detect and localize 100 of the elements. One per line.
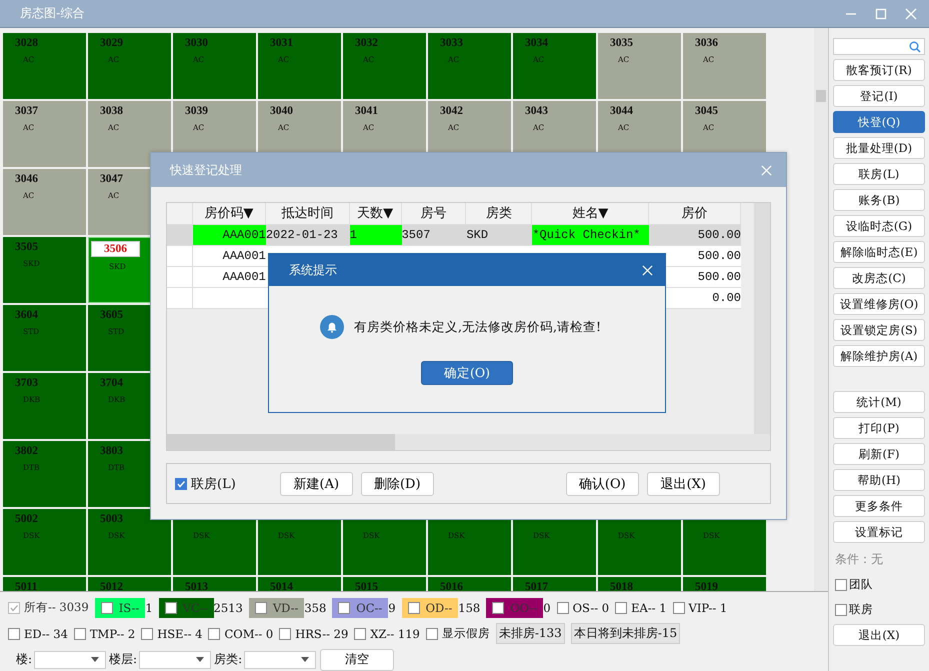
room-number: 3704 xyxy=(100,376,123,390)
legend-label: 所有-- 3039 xyxy=(24,600,89,615)
maximize-icon[interactable] xyxy=(875,8,887,20)
sidebar-button[interactable]: 设置维修房(O) xyxy=(833,293,925,315)
filter-label: 房类: xyxy=(214,651,242,668)
sidebar-button[interactable]: 设临时态(G) xyxy=(833,215,925,237)
room-number: 3040 xyxy=(270,104,293,118)
status-swatch[interactable]: VD-- xyxy=(248,598,304,618)
status-count: 1 xyxy=(145,600,153,614)
caret-icon xyxy=(91,657,100,662)
sidebar-button[interactable]: 解除临时态(E) xyxy=(833,241,925,263)
column-header[interactable]: 房类 xyxy=(466,203,532,224)
sidebar-button[interactable]: 散客预订(R) xyxy=(833,59,925,81)
sidebar-button[interactable]: 改房态(C) xyxy=(833,267,925,289)
checkbox[interactable] xyxy=(354,628,366,640)
dialog-button[interactable]: 退出(X) xyxy=(646,472,720,496)
status-swatch[interactable]: OD-- xyxy=(402,598,458,618)
legend-label: EA-- 1 xyxy=(631,600,667,614)
sidebar-button[interactable]: 统计(M) xyxy=(833,391,925,413)
legend-label: TMP-- 2 xyxy=(90,626,136,640)
legend-label: HRS-- 29 xyxy=(295,626,348,640)
table-cell-text: 2022-01-23 xyxy=(266,227,339,244)
column-header[interactable]: 姓名▼ xyxy=(532,203,650,224)
room-number: 3505 xyxy=(15,240,38,254)
room-number: 3035 xyxy=(610,36,633,50)
column-header[interactable]: 天数▼ xyxy=(350,203,402,224)
checkbox[interactable] xyxy=(175,478,187,490)
sidebar-button[interactable]: 刷新(F) xyxy=(833,443,925,465)
search-icon xyxy=(909,40,921,52)
count-label: 本日将到未排房-15 xyxy=(570,623,680,644)
sidebar-button[interactable]: 登记(I) xyxy=(833,85,925,107)
room-number: 5011 xyxy=(15,580,38,591)
status-count: 358 xyxy=(304,600,326,614)
scrollbar-thumb[interactable] xyxy=(167,434,395,450)
legend-label: 显示假房 xyxy=(442,626,490,641)
sidebar-button[interactable]: 解除维护房(A) xyxy=(833,345,925,367)
checkbox-label: 团队 xyxy=(849,577,873,592)
search-field[interactable] xyxy=(833,38,925,55)
checkbox[interactable] xyxy=(254,602,267,614)
clear-button[interactable]: 清空 xyxy=(320,648,394,670)
room-number: 3604 xyxy=(15,308,38,322)
sidebar-button[interactable]: 设置锁定房(S) xyxy=(833,319,925,341)
room-number: 3605 xyxy=(100,308,123,322)
scrollbar[interactable] xyxy=(814,28,828,591)
scrollbar[interactable] xyxy=(167,434,770,450)
ok-button[interactable]: 确定(O) xyxy=(421,361,513,385)
room-number: 3037 xyxy=(15,104,38,118)
sidebar-button[interactable]: 联房(L) xyxy=(833,163,925,185)
room-number: 5013 xyxy=(185,580,208,591)
sidebar-button[interactable]: 帮助(H) xyxy=(833,469,925,491)
exit-button[interactable]: 退出(X) xyxy=(833,624,925,646)
dialog-button[interactable]: 删除(D) xyxy=(360,472,434,496)
sidebar-button[interactable]: 账务(B) xyxy=(833,189,925,211)
checkbox[interactable] xyxy=(835,604,847,616)
room-number: 3028 xyxy=(15,36,38,50)
column-header[interactable]: 抵达时间 xyxy=(266,203,350,224)
close-icon[interactable] xyxy=(642,264,653,276)
room-number: 3041 xyxy=(355,104,378,118)
column-header[interactable]: 房价码▼ xyxy=(193,203,266,224)
dialog-button[interactable]: 新建(A) xyxy=(280,472,353,496)
dialog-button[interactable]: 确认(O) xyxy=(566,472,639,496)
room-number: 5012 xyxy=(100,580,123,591)
status-count: 2513 xyxy=(214,600,243,614)
checkbox[interactable] xyxy=(408,602,420,614)
column-header[interactable]: 房价 xyxy=(649,203,741,224)
scrollbar-thumb[interactable] xyxy=(816,90,826,102)
sidebar-button[interactable]: 设置标记 xyxy=(833,521,925,543)
status-code: OD-- xyxy=(426,600,452,614)
sidebar-button[interactable]: 更多条件 xyxy=(833,495,925,517)
checkbox[interactable] xyxy=(835,578,847,590)
checkbox[interactable] xyxy=(492,602,504,614)
checkbox[interactable] xyxy=(164,602,177,614)
column-header[interactable]: 房号 xyxy=(402,203,466,224)
sidebar-button[interactable]: 批量处理(D) xyxy=(833,137,925,159)
checkbox[interactable] xyxy=(100,602,113,614)
checkbox[interactable] xyxy=(426,628,438,640)
room-number: 3031 xyxy=(270,36,293,50)
table-cell-text: 500.00 xyxy=(696,248,741,265)
checkbox[interactable] xyxy=(615,602,628,614)
sidebar-button[interactable]: 快登(Q) xyxy=(833,111,925,133)
checkbox[interactable] xyxy=(8,628,20,640)
room-number: 5002 xyxy=(15,512,38,526)
room-number: 3046 xyxy=(15,172,38,186)
checkbox[interactable] xyxy=(672,602,685,614)
room-number: 3036 xyxy=(695,36,718,50)
status-swatch[interactable]: IS-- xyxy=(94,598,146,618)
caret-icon xyxy=(301,657,310,662)
status-swatch[interactable]: OC-- xyxy=(332,598,388,618)
room-number: 3047 xyxy=(100,172,123,186)
checkbox[interactable] xyxy=(74,628,86,640)
checkbox[interactable] xyxy=(208,628,220,640)
checkbox[interactable] xyxy=(141,628,154,640)
status-count: 158 xyxy=(458,600,480,614)
checkbox[interactable] xyxy=(338,602,350,614)
scrollbar[interactable] xyxy=(754,203,770,434)
checkbox[interactable] xyxy=(556,602,569,614)
checkbox[interactable] xyxy=(279,628,292,640)
sidebar-button[interactable]: 打印(P) xyxy=(833,417,925,439)
count-label: 未排房-133 xyxy=(496,623,565,644)
room-number: 3039 xyxy=(185,104,208,118)
